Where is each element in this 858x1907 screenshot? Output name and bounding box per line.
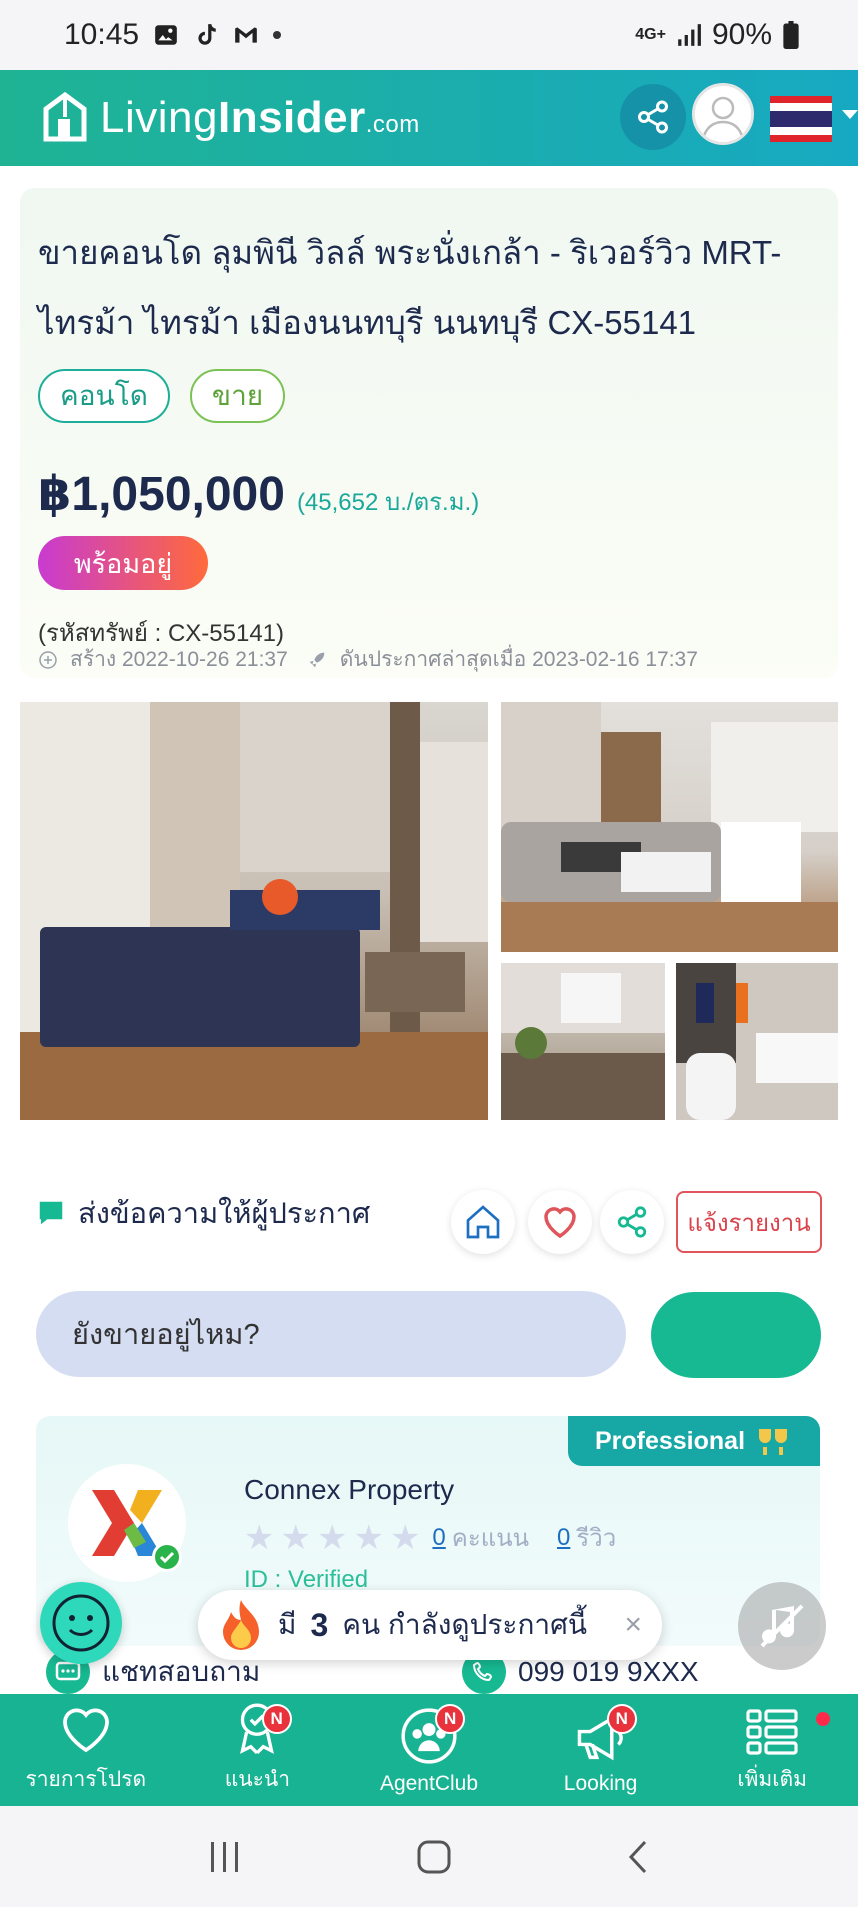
nav-looking-label: Looking: [563, 1772, 638, 1795]
phone-number: 099 019 9XXX: [518, 1656, 699, 1687]
message-input[interactable]: [36, 1291, 626, 1377]
heart-icon: [544, 1207, 576, 1239]
report-button[interactable]: แจ้งรายงาน: [676, 1191, 822, 1253]
living-insider-logo[interactable]: LivingInsider.com: [42, 91, 420, 145]
photo-bedroom[interactable]: [20, 702, 488, 1120]
nav-recommended-label: แนะนำ: [224, 1768, 291, 1791]
listing-card: ขายคอนโด ลุมพินี วิลล์ พระนั่งเกล้า - ริ…: [20, 188, 838, 678]
tag-sale[interactable]: ขาย: [189, 369, 286, 423]
price-per-sqm: (45,652 บ./ตร.ม.): [296, 489, 480, 516]
rocket-icon: [309, 652, 325, 667]
last-boost-date: ดันประกาศล่าสุดเมื่อ 2023-02-16 17:37: [339, 648, 698, 671]
plus-circle-icon: [39, 650, 57, 669]
fire-icon: [223, 1600, 259, 1650]
network-type: 4G+: [635, 26, 666, 43]
share-icon: [617, 1206, 647, 1238]
home-icon: [466, 1205, 500, 1239]
photo-kitchen[interactable]: [501, 963, 665, 1120]
professional-badge: Professional: [568, 1416, 820, 1466]
notification-dot: [273, 31, 282, 39]
listing-meta: สร้าง 2022-10-26 21:37 ดันประกาศล่าสุดเม…: [38, 643, 698, 676]
review-count[interactable]: 0: [557, 1524, 570, 1552]
score-count[interactable]: 0: [432, 1524, 445, 1552]
status-right: 4G+ 90%: [635, 18, 800, 52]
thai-flag-icon[interactable]: [770, 96, 832, 142]
bottom-navigation: รายการโปรด N แนะนำ N AgentClub N Looking…: [0, 1694, 858, 1806]
nav-agentclub[interactable]: N AgentClub: [343, 1694, 515, 1806]
ready-status-badge: พร้อมอยู่: [38, 536, 208, 590]
status-bar: 10:45 4G+ 90%: [0, 0, 858, 70]
star-icon: ★: [244, 1518, 275, 1557]
toast-suffix: คน กำลังดูประกาศนี้: [342, 1609, 588, 1640]
nav-more[interactable]: เพิ่มเติม: [686, 1694, 858, 1806]
toast-close-button[interactable]: ×: [624, 1608, 642, 1642]
listing-title: ขายคอนโด ลุมพินี วิลล์ พระนั่งเกล้า - ริ…: [38, 234, 782, 341]
feedback-smiley-button[interactable]: [40, 1582, 122, 1664]
price-row: ฿1,050,000 (45,652 บ./ตร.ม.): [38, 466, 479, 522]
photo-living-room[interactable]: [501, 702, 838, 952]
new-badge: N: [435, 1704, 466, 1734]
star-icon: ★: [280, 1518, 311, 1557]
nav-recommended[interactable]: N แนะนำ: [172, 1694, 344, 1806]
nav-more-label: เพิ่มเติม: [737, 1768, 807, 1791]
mute-button[interactable]: [738, 1582, 826, 1670]
user-icon: [701, 96, 745, 141]
muted-note-icon: [760, 1604, 804, 1648]
system-navigation-bar: [0, 1806, 858, 1907]
star-icon: ★: [316, 1518, 348, 1557]
viewer-count: 3: [310, 1606, 329, 1643]
star-icon: ★: [353, 1518, 384, 1557]
battery-percent: 90%: [711, 18, 772, 51]
send-button[interactable]: [651, 1292, 821, 1378]
toast-prefix: มี: [278, 1609, 297, 1640]
listing-tags: คอนโด ขาย: [38, 369, 286, 423]
nav-favorites[interactable]: รายการโปรด: [0, 1694, 172, 1806]
back-icon[interactable]: [625, 1839, 651, 1875]
professional-badge-label: Professional: [594, 1426, 746, 1455]
status-time: 10:45: [64, 18, 140, 51]
new-badge: N: [606, 1704, 637, 1734]
battery-icon: [783, 21, 799, 49]
heart-icon: [62, 1708, 109, 1753]
gmail-icon: [235, 27, 257, 43]
review-label: รีวิว: [576, 1525, 617, 1552]
verified-check-icon: [152, 1542, 182, 1572]
send-message-row: ส่งข้อความให้ผู้ประกาศ: [36, 1190, 370, 1236]
menu-grid-icon: [746, 1709, 798, 1755]
send-message-label: ส่งข้อความให้ผู้ประกาศ: [78, 1198, 371, 1230]
agent-rating: ★ ★ ★ ★ ★ 0 คะแนน 0 รีวิว: [244, 1518, 616, 1557]
logo-house-icon: [43, 91, 87, 142]
star-icon: ★: [389, 1518, 421, 1557]
agent-name[interactable]: Connex Property: [244, 1474, 454, 1506]
user-avatar[interactable]: [692, 83, 754, 145]
tiktok-icon: [198, 24, 216, 45]
nav-looking[interactable]: N Looking: [515, 1694, 687, 1806]
new-badge: N: [261, 1704, 292, 1734]
smiley-icon: [52, 1594, 110, 1652]
nav-favorites-label: รายการโปรด: [25, 1768, 147, 1791]
home-button[interactable]: [451, 1190, 515, 1254]
logo-text: LivingInsider.com: [100, 93, 420, 142]
language-dropdown-caret[interactable]: [842, 110, 858, 119]
recent-apps-icon[interactable]: [207, 1840, 243, 1874]
created-date: สร้าง 2022-10-26 21:37: [70, 648, 288, 671]
photo-bathroom[interactable]: [676, 963, 838, 1120]
viewer-count-toast: มี 3 คน กำลังดูประกาศนี้ ×: [198, 1590, 662, 1660]
gallery-icon: [155, 25, 177, 45]
header-share-button[interactable]: [620, 84, 686, 150]
favorite-button[interactable]: [528, 1190, 592, 1254]
notification-dot: [815, 1712, 830, 1726]
status-left: 10:45: [64, 18, 282, 52]
share-listing-button[interactable]: [600, 1190, 664, 1254]
share-icon: [638, 100, 668, 134]
home-system-icon[interactable]: [416, 1839, 452, 1875]
chat-bubble-icon: [39, 1201, 63, 1225]
listing-price: ฿1,050,000: [38, 468, 285, 521]
tag-condo[interactable]: คอนโด: [38, 369, 170, 423]
app-header: LivingInsider.com: [0, 70, 858, 166]
trophy-icon: [759, 1429, 788, 1455]
nav-agentclub-label: AgentClub: [379, 1772, 479, 1795]
score-label: คะแนน: [451, 1525, 530, 1552]
signal-icon: [678, 24, 701, 46]
